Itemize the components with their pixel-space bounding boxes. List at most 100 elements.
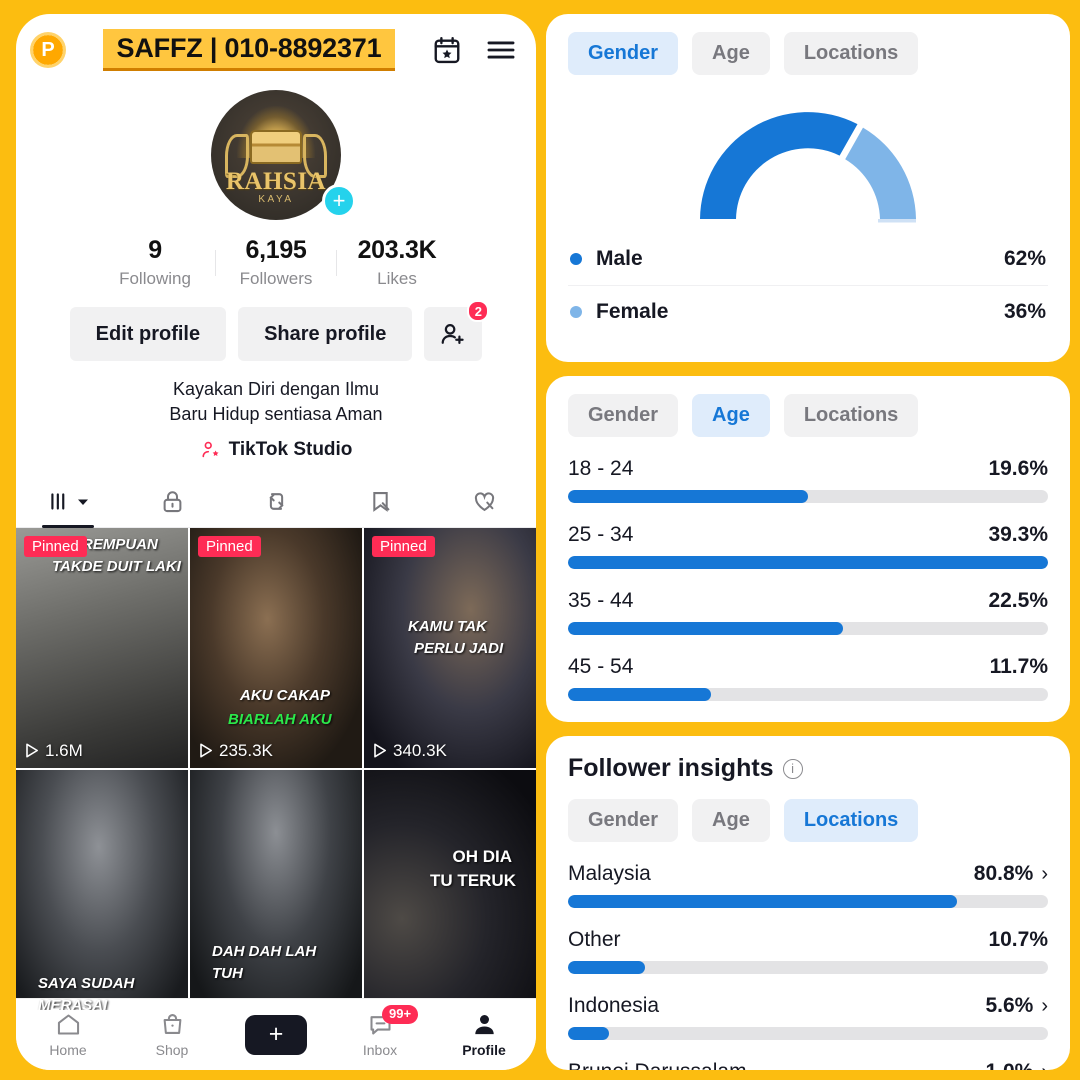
video-cell[interactable]: Pinned REMPUAN TAKDE DUIT LAKI 1.6M [16,527,188,768]
tab-locations[interactable]: Locations [783,32,919,75]
followers-label: Followers [239,269,313,288]
tab-private[interactable] [120,477,224,527]
video-caption-line-1: AKU CAKAP [240,686,330,704]
location-value: 5.6% [985,994,1034,1017]
chevron-right-icon[interactable]: › [1041,863,1048,886]
video-thumbnail [16,769,188,1010]
location-value: 10.7% [988,928,1048,951]
age-bar-track [568,490,1048,503]
add-friends-button[interactable]: 2 [424,300,490,361]
age-bar-item: 18 - 24 19.6% [568,457,1048,503]
tab-gender[interactable]: Gender [568,799,679,842]
nav-home-label: Home [49,1042,87,1058]
tab-gender[interactable]: Gender [568,32,679,75]
treasure-chest-icon [250,130,302,164]
analytics-column: Gender Age Locations Male 62% Female 36%… [546,14,1070,1070]
video-cell[interactable]: Pinned KAMU TAK PERLU JADI 340.3K [364,527,536,768]
nav-profile[interactable]: Profile [432,1011,536,1058]
donut-slice-female [845,127,916,219]
tab-favorites[interactable] [328,477,432,527]
following-count: 9 [148,236,162,264]
avatar-add-icon[interactable]: + [322,184,356,218]
tab-age[interactable]: Age [692,394,770,437]
calendar-star-icon[interactable] [432,35,462,65]
video-caption-line-2: MERASAI [38,996,108,1010]
location-bar-item[interactable]: Brunei Darussalam 1.0% › [568,1060,1048,1070]
nav-shop[interactable]: Shop [120,1011,224,1058]
legend-label-female: Female [596,300,669,323]
repost-icon [268,493,284,510]
age-label: 45 - 54 [568,655,634,678]
add-friends-badge: 2 [467,300,490,322]
profile-stats: 9 Following 6,195 Followers 203.3K Likes [16,236,536,289]
stat-followers[interactable]: 6,195 Followers [216,236,336,289]
video-views: 340.3K [373,741,447,761]
age-bar-track [568,688,1048,701]
nav-create[interactable]: + [224,1014,328,1055]
location-label: Other [568,928,621,951]
stat-likes[interactable]: 203.3K Likes [337,236,457,289]
pinned-badge: Pinned [24,535,87,557]
age-value: 19.6% [988,457,1048,480]
bookmark-off-icon [372,492,389,513]
home-icon [57,1014,79,1035]
age-bar-item-clipped: 55+ 6.9% [568,719,1048,722]
video-cell[interactable]: Pinned AKU CAKAP BIARLAH AKU 235.3K [190,527,362,768]
chevron-down-icon [78,499,88,505]
tiktok-profile-panel: P SAFFZ | 010-8892371 RAHSIA KAYA + 9 Fo… [16,14,536,1070]
tab-locations[interactable]: Locations [783,799,919,842]
video-caption-line-2: TUH [212,964,243,982]
chevron-right-icon[interactable]: › [1041,1061,1048,1071]
profile-bio: Kayakan Diri dengan Ilmu Baru Hidup sent… [16,377,536,427]
legend-dot-female [570,306,582,318]
tab-locations[interactable]: Locations [783,394,919,437]
video-cell[interactable]: SAYA SUDAH MERASAI [16,769,188,1010]
location-bar-item[interactable]: Malaysia 80.8% › [568,862,1048,908]
tiktok-studio-link[interactable]: TikTok Studio [16,439,536,461]
edit-profile-button[interactable]: Edit profile [69,307,227,361]
video-caption-line-1: SAYA SUDAH [38,974,135,992]
tab-liked[interactable] [432,477,536,527]
video-cell[interactable]: OH DIA TU TERUK [364,769,536,1010]
nav-inbox-label: Inbox [362,1042,398,1058]
video-caption-line-1: DAH DAH LAH [212,942,317,960]
bio-line-1: Kayakan Diri dengan Ilmu [172,379,380,399]
legend-row-female: Female 36% [568,285,1048,338]
location-bar-item[interactable]: Indonesia 5.6% › [568,994,1048,1040]
hamburger-menu-icon[interactable] [484,33,518,67]
pinned-badge: Pinned [372,535,435,557]
follower-insights-title: Follower insights i [568,754,1048,783]
chevron-right-icon[interactable]: › [1041,995,1048,1018]
tab-age[interactable]: Age [692,799,770,842]
info-icon[interactable]: i [782,758,803,779]
views-count: 340.3K [393,740,447,760]
legend-value-female: 36% [1003,300,1046,323]
tab-grid[interactable] [16,477,120,527]
gender-semicircle-donut [700,112,916,223]
nav-inbox[interactable]: 99+ Inbox [328,1005,432,1058]
username-title: SAFFZ | 010-8892371 [102,29,396,71]
share-profile-button[interactable]: Share profile [238,307,413,361]
legend-dot-male [570,253,582,265]
profile-topbar: P SAFFZ | 010-8892371 [16,14,536,86]
age-label: 25 - 34 [568,523,634,546]
tab-reposts[interactable] [224,477,328,527]
gender-donut-chart [568,75,1048,233]
video-cell[interactable]: DAH DAH LAH TUH [190,769,362,1010]
nav-home[interactable]: Home [16,1011,120,1058]
tab-gender[interactable]: Gender [568,394,679,437]
create-plus-icon[interactable]: + [240,1014,312,1055]
play-icon [200,743,212,758]
tab-age[interactable]: Age [692,32,770,75]
video-caption-line-2: TAKDE DUIT LAKI [52,557,181,575]
pinned-badge: Pinned [198,535,261,557]
age-value: 6.9% [1000,719,1048,722]
age-bar-item: 45 - 54 11.7% [568,655,1048,701]
location-label: Malaysia [568,862,651,885]
location-label: Brunei Darussalam [568,1060,747,1070]
location-bar-track [568,895,1048,908]
age-label: 35 - 44 [568,589,634,612]
age-label: 55+ [568,719,604,722]
stat-following[interactable]: 9 Following [95,236,215,289]
age-bar-fill [568,556,1048,569]
